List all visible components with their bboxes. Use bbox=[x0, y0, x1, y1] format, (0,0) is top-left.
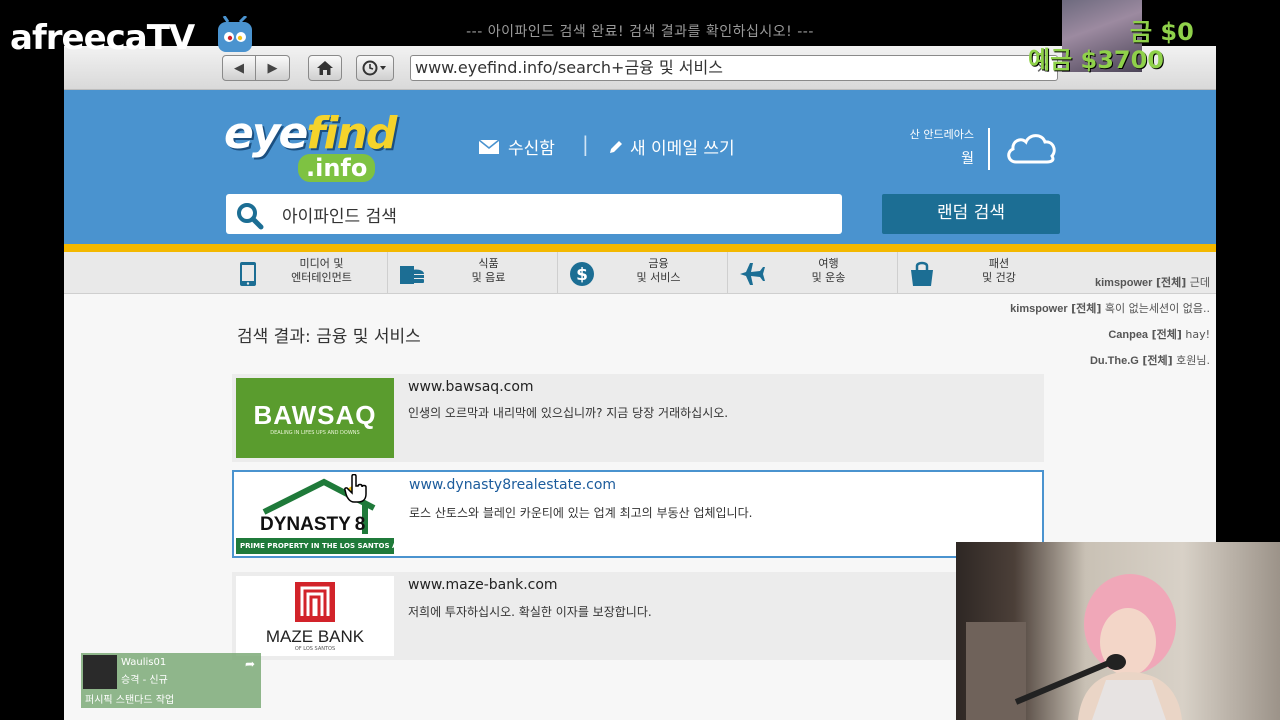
header-stripe bbox=[64, 244, 1216, 252]
search-input[interactable]: 아이파인드 검색 bbox=[226, 194, 842, 234]
header-separator: | bbox=[582, 132, 589, 156]
result-url[interactable]: www.maze-bank.com bbox=[408, 577, 558, 593]
screen: --- 아이파인드 검색 완료! 검색 결과를 확인하십시오! --- ◀ ▶ … bbox=[0, 0, 1280, 720]
logo-eye: eye bbox=[224, 108, 308, 159]
result-desc: 로스 산토스와 블레인 카운티에 있는 업계 최고의 부동산 업체입니다. bbox=[409, 506, 753, 520]
home-icon bbox=[317, 61, 333, 75]
maze-bank-logo-text: MAZE BANK bbox=[265, 627, 365, 646]
forward-button[interactable]: ▶ bbox=[256, 55, 290, 81]
result-url[interactable]: www.dynasty8realestate.com bbox=[409, 477, 616, 493]
category-food[interactable]: 식품 및 음료 bbox=[388, 252, 558, 294]
eyefind-logo[interactable]: eyefind .info bbox=[224, 102, 404, 182]
cloud-icon bbox=[1007, 134, 1056, 164]
bawsaq-logo[interactable]: BAWSAQ DEALING IN LIFES UPS AND DOWNS bbox=[236, 378, 394, 458]
history-button[interactable] bbox=[356, 55, 394, 81]
airplane-icon bbox=[740, 263, 765, 285]
food-icon bbox=[400, 266, 424, 284]
maze-bank-logo-sub: OF LOS SANTOS bbox=[294, 646, 336, 652]
dynasty8-logo-text: DYNASTY 8 bbox=[260, 514, 366, 535]
notification-title: 퍼시픽 스탠다드 작업 bbox=[85, 695, 175, 706]
clock-icon bbox=[362, 60, 386, 76]
arrow-right-icon: ▶ bbox=[267, 60, 278, 76]
notification-name: Waulis01 bbox=[121, 657, 167, 668]
dynasty8-logo[interactable]: DYNASTY 8 PRIME PROPERTY IN THE LOS SANTO… bbox=[236, 474, 394, 554]
arrow-left-icon: ◀ bbox=[234, 60, 244, 76]
url-bar[interactable]: www.eyefind.info/search+금융 및 서비스 ✕ bbox=[410, 55, 1058, 81]
result-desc: 인생의 오르막과 내리막에 있으십니까? 지금 당장 거래하십시오. bbox=[408, 406, 729, 420]
notification-role: 승격 - 신규 bbox=[121, 675, 168, 686]
inbox-link[interactable]: 수신함 bbox=[478, 134, 555, 159]
hand-pointer-icon bbox=[344, 474, 367, 503]
back-button[interactable]: ◀ bbox=[222, 55, 256, 81]
bank-counter: 예금 $3700 bbox=[1028, 46, 1165, 74]
random-search-button[interactable]: 랜덤 검색 bbox=[882, 194, 1060, 234]
svg-text:$: $ bbox=[576, 265, 588, 285]
tablet-icon bbox=[240, 262, 256, 286]
result-item-dynasty8[interactable]: DYNASTY 8 PRIME PROPERTY IN THE LOS SANTO… bbox=[232, 470, 1044, 558]
dollar-icon: $ bbox=[570, 262, 594, 286]
chat-line: kimspower [전체] 근데 bbox=[1094, 276, 1210, 289]
chat-line: Canpea [전체] hay! bbox=[1108, 328, 1210, 341]
home-button[interactable] bbox=[308, 55, 342, 81]
bawsaq-logo-text: BAWSAQ bbox=[253, 400, 377, 430]
logo-find: find bbox=[306, 108, 397, 159]
compose-label: 새 이메일 쓰기 bbox=[630, 139, 735, 159]
weather-day: 월 bbox=[961, 151, 974, 167]
logo-info: .info bbox=[298, 154, 376, 182]
chat-feed: kimspower [전체] 근데 kimspower [전체] 혹이 없는세션… bbox=[1010, 270, 1210, 374]
weather-divider bbox=[988, 128, 990, 170]
search-icon bbox=[237, 203, 264, 230]
weather-location: 산 안드레아스 bbox=[909, 128, 974, 141]
afreeca-logo: afreecaTV bbox=[10, 16, 252, 58]
compose-email-link[interactable]: 새 이메일 쓰기 bbox=[608, 134, 735, 159]
tv-mascot-icon bbox=[218, 16, 252, 52]
chat-line: Du.The.G [전체] 호원님. bbox=[1089, 354, 1210, 367]
maze-bank-logo[interactable]: MAZE BANK OF LOS SANTOS bbox=[236, 576, 394, 656]
result-desc: 저희에 투자하십시오. 확실한 이자를 보장합니다. bbox=[408, 605, 652, 619]
pencil-icon bbox=[610, 140, 622, 153]
share-arrow-icon: ➦ bbox=[244, 657, 255, 671]
result-item-bawsaq[interactable]: BAWSAQ DEALING IN LIFES UPS AND DOWNS ww… bbox=[232, 374, 1044, 462]
results-title: 검색 결과: 금융 및 서비스 bbox=[237, 327, 421, 347]
result-item-maze-bank[interactable]: MAZE BANK OF LOS SANTOS www.maze-bank.co… bbox=[232, 572, 1044, 660]
category-travel[interactable]: 여행 및 운송 bbox=[728, 252, 898, 294]
category-media[interactable]: 미디어 및 엔터테인먼트 bbox=[224, 252, 388, 294]
avatar bbox=[83, 655, 117, 689]
job-notification: Waulis01 승격 - 신규 퍼시픽 스탠다드 작업 ➦ bbox=[81, 653, 261, 708]
eyefind-header: eyefind .info 수신함 | 새 이메일 쓰기 산 안드레아스 월 아… bbox=[64, 90, 1216, 244]
chat-line: kimspower [전체] 혹이 없는세션이 없음.. bbox=[1010, 302, 1210, 315]
envelope-icon bbox=[478, 138, 500, 154]
streamer-webcam bbox=[956, 542, 1280, 720]
streamer-silhouette bbox=[966, 574, 1182, 720]
category-finance[interactable]: $ 금융 및 서비스 bbox=[558, 252, 728, 294]
inbox-label: 수신함 bbox=[508, 139, 555, 159]
url-text: www.eyefind.info/search+금융 및 서비스 bbox=[415, 58, 723, 77]
shopping-bag-icon bbox=[911, 261, 933, 286]
search-placeholder: 아이파인드 검색 bbox=[282, 207, 397, 227]
bawsaq-logo-sub: DEALING IN LIFES UPS AND DOWNS bbox=[270, 430, 360, 436]
result-url[interactable]: www.bawsaq.com bbox=[408, 379, 534, 395]
dynasty8-logo-sub: PRIME PROPERTY IN THE LOS SANTOS AREA bbox=[240, 542, 394, 550]
